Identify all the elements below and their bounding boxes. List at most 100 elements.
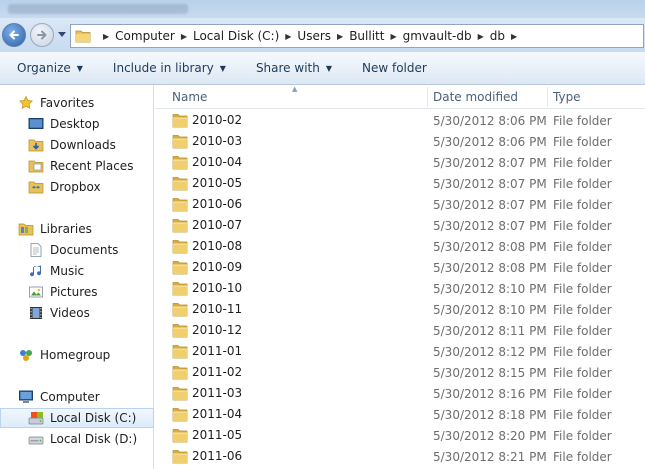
file-row[interactable]: 2010-03 5/30/2012 8:06 PM File folder: [155, 131, 645, 152]
column-divider[interactable]: [427, 87, 428, 107]
file-row[interactable]: 2011-04 5/30/2012 8:18 PM File folder: [155, 404, 645, 425]
nav-downloads[interactable]: Downloads: [0, 135, 154, 155]
file-name: 2010-05: [192, 176, 243, 190]
nav-computer[interactable]: Computer: [0, 387, 154, 407]
organize-button[interactable]: Organize ▼: [17, 61, 83, 75]
nav-favorites[interactable]: Favorites: [0, 93, 154, 113]
nav-videos[interactable]: Videos: [0, 303, 154, 323]
file-name: 2011-05: [192, 428, 243, 442]
breadcrumb-gmvault-db[interactable]: ▶ gmvault-db: [384, 29, 471, 43]
chevron-right-icon[interactable]: ▶: [511, 32, 517, 41]
homegroup-icon: [18, 347, 34, 363]
folder-icon: [172, 198, 188, 212]
file-type: File folder: [553, 408, 612, 422]
nav-local-disk-c[interactable]: Local Disk (C:): [0, 408, 154, 428]
dropbox-icon: [28, 179, 44, 195]
nav-pictures[interactable]: Pictures: [0, 282, 154, 302]
file-row[interactable]: 2010-12 5/30/2012 8:11 PM File folder: [155, 320, 645, 341]
column-header-date-modified[interactable]: Date modified: [433, 90, 518, 104]
file-row[interactable]: 2011-05 5/30/2012 8:20 PM File folder: [155, 425, 645, 446]
nav-local-disk-d[interactable]: Local Disk (D:): [0, 429, 154, 449]
file-name: 2010-09: [192, 260, 243, 274]
recent-pages-dropdown-icon[interactable]: [57, 31, 67, 39]
file-row[interactable]: 2010-11 5/30/2012 8:10 PM File folder: [155, 299, 645, 320]
forward-button[interactable]: [30, 23, 54, 47]
new-folder-button[interactable]: New folder: [362, 61, 427, 75]
chevron-right-icon[interactable]: ▶: [181, 32, 187, 41]
computer-icon: [18, 389, 34, 405]
recent-places-icon: [28, 158, 44, 174]
column-header-name[interactable]: Name: [172, 90, 207, 104]
chevron-right-icon[interactable]: ▶: [390, 32, 396, 41]
file-date-modified: 5/30/2012 8:07 PM: [433, 198, 547, 212]
file-row[interactable]: 2011-03 5/30/2012 8:16 PM File folder: [155, 383, 645, 404]
back-button[interactable]: [2, 23, 26, 47]
file-row[interactable]: 2010-06 5/30/2012 8:07 PM File folder: [155, 194, 645, 215]
breadcrumb-computer[interactable]: ▶ Computer: [97, 29, 175, 43]
navigation-pane: Favorites Desktop Downloads Recent Place…: [0, 85, 154, 469]
file-type: File folder: [553, 387, 612, 401]
nav-homegroup[interactable]: Homegroup: [0, 345, 154, 365]
chevron-down-icon: ▼: [219, 63, 226, 73]
file-row[interactable]: 2011-02 5/30/2012 8:15 PM File folder: [155, 362, 645, 383]
videos-icon: [28, 305, 44, 321]
breadcrumb-bullitt[interactable]: ▶ Bullitt: [331, 29, 384, 43]
column-header-type[interactable]: Type: [553, 90, 581, 104]
chevron-right-icon[interactable]: ▶: [337, 32, 343, 41]
file-date-modified: 5/30/2012 8:10 PM: [433, 303, 547, 317]
file-row[interactable]: 2010-02 5/30/2012 8:06 PM File folder: [155, 110, 645, 131]
file-type: File folder: [553, 261, 612, 275]
column-divider[interactable]: [547, 87, 548, 107]
file-type: File folder: [553, 198, 612, 212]
file-row[interactable]: 2010-10 5/30/2012 8:10 PM File folder: [155, 278, 645, 299]
chevron-down-icon: ▼: [76, 63, 83, 73]
file-date-modified: 5/30/2012 8:18 PM: [433, 408, 547, 422]
folder-icon: [172, 450, 188, 464]
chevron-right-icon[interactable]: ▶: [285, 32, 291, 41]
desktop-icon: [28, 116, 44, 132]
nav-documents[interactable]: Documents: [0, 240, 154, 260]
file-name: 2011-06: [192, 449, 243, 463]
libraries-icon: [18, 221, 34, 237]
nav-libraries[interactable]: Libraries: [0, 219, 154, 239]
include-in-library-button[interactable]: Include in library ▼: [113, 61, 226, 75]
file-row[interactable]: 2011-06 5/30/2012 8:21 PM File folder: [155, 446, 645, 467]
folder-icon: [172, 240, 188, 254]
file-date-modified: 5/30/2012 8:06 PM: [433, 114, 547, 128]
file-row[interactable]: 2010-05 5/30/2012 8:07 PM File folder: [155, 173, 645, 194]
folder-icon: [172, 156, 188, 170]
star-icon: [18, 95, 34, 111]
chevron-right-icon[interactable]: ▶: [103, 32, 109, 41]
file-name: 2011-04: [192, 407, 243, 421]
address-bar[interactable]: ▶ Computer ▶ Local Disk (C:) ▶ Users ▶ Bulli…: [70, 24, 644, 48]
file-row[interactable]: 2011-01 5/30/2012 8:12 PM File folder: [155, 341, 645, 362]
nav-dropbox[interactable]: Dropbox: [0, 177, 154, 197]
folder-icon: [172, 177, 188, 191]
window-titlebar: [0, 0, 645, 20]
folder-icon: [172, 114, 188, 128]
file-row[interactable]: 2010-08 5/30/2012 8:08 PM File folder: [155, 236, 645, 257]
chevron-right-icon[interactable]: ▶: [478, 32, 484, 41]
sort-ascending-icon: ▲: [292, 85, 298, 93]
nav-recent-places[interactable]: Recent Places: [0, 156, 154, 176]
file-date-modified: 5/30/2012 8:10 PM: [433, 282, 547, 296]
drive-d-icon: [28, 431, 44, 447]
file-type: File folder: [553, 219, 612, 233]
file-date-modified: 5/30/2012 8:07 PM: [433, 177, 547, 191]
file-row[interactable]: 2010-04 5/30/2012 8:07 PM File folder: [155, 152, 645, 173]
breadcrumb-local-disk-c[interactable]: ▶ Local Disk (C:): [175, 29, 279, 43]
folder-icon: [172, 324, 188, 338]
file-name: 2010-02: [192, 113, 243, 127]
file-row[interactable]: 2010-09 5/30/2012 8:08 PM File folder: [155, 257, 645, 278]
file-type: File folder: [553, 345, 612, 359]
breadcrumb-db[interactable]: ▶ db ▶: [472, 29, 524, 43]
file-row[interactable]: 2010-07 5/30/2012 8:07 PM File folder: [155, 215, 645, 236]
nav-music[interactable]: Music: [0, 261, 154, 281]
file-name: 2010-04: [192, 155, 243, 169]
file-name: 2010-06: [192, 197, 243, 211]
nav-desktop[interactable]: Desktop: [0, 114, 154, 134]
file-date-modified: 5/30/2012 8:20 PM: [433, 429, 547, 443]
breadcrumb-users[interactable]: ▶ Users: [279, 29, 331, 43]
file-date-modified: 5/30/2012 8:08 PM: [433, 240, 547, 254]
share-with-button[interactable]: Share with ▼: [256, 61, 332, 75]
